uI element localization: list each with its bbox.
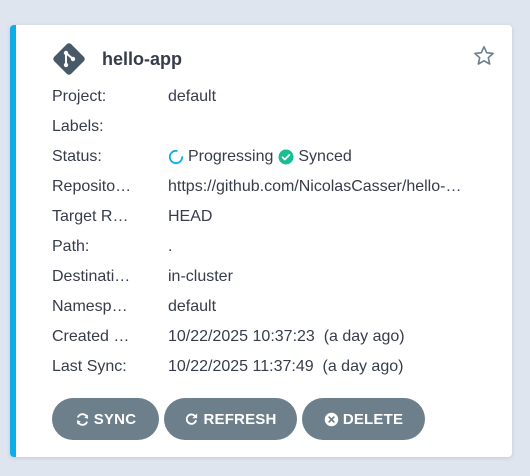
field-value[interactable]: https://github.com/NicolasCasser/hello-… <box>168 178 492 196</box>
field-value: in-cluster <box>168 268 233 285</box>
field-label: Namesp… <box>52 298 128 315</box>
sync-status: Synced <box>298 148 352 165</box>
field-label: Project: <box>52 88 107 105</box>
favorite-star-icon[interactable] <box>472 44 496 68</box>
redo-icon <box>186 412 198 425</box>
check-circle-icon <box>278 149 294 165</box>
times-circle-icon <box>324 412 339 426</box>
field-label: Destinati… <box>52 268 131 285</box>
field-namespace: Namesp… default <box>52 292 492 322</box>
refresh-button-label: REFRESH <box>203 410 277 428</box>
card-header: hello-app <box>52 42 182 76</box>
field-label: Last Sync: <box>52 358 127 375</box>
field-value: HEAD <box>168 208 213 225</box>
health-status: Progressing <box>188 148 274 165</box>
field-value: default <box>168 298 217 315</box>
field-path: Path: . <box>52 232 492 262</box>
field-destination: Destinati… in-cluster <box>52 262 492 292</box>
progressing-circle-icon <box>168 149 184 165</box>
field-value: 10/22/2025 11:37:49 (a day ago) <box>168 358 404 375</box>
field-label: Target R… <box>52 208 129 225</box>
git-diamond-icon <box>53 43 85 75</box>
application-card[interactable]: hello-app Project: default Labels: Statu… <box>10 25 512 457</box>
field-repository: Reposito… https://github.com/NicolasCass… <box>52 172 492 202</box>
field-label: Labels: <box>52 118 104 135</box>
field-value: . <box>168 238 173 255</box>
field-target-revision: Target R… HEAD <box>52 202 492 232</box>
sync-button[interactable]: SYNC <box>52 398 159 440</box>
refresh-button[interactable]: REFRESH <box>164 398 297 440</box>
field-labels: Labels: <box>52 112 492 142</box>
field-label: Status: <box>52 148 102 165</box>
sync-button-label: SYNC <box>93 410 137 428</box>
field-last-sync: Last Sync: 10/22/2025 11:37:49 (a day ag… <box>52 352 492 382</box>
field-value: 10/22/2025 10:37:23 (a day ago) <box>168 328 405 345</box>
field-created-at: Created … 10/22/2025 10:37:23 (a day ago… <box>52 322 492 352</box>
field-label: Path: <box>52 238 90 255</box>
field-label: Created … <box>52 328 130 345</box>
delete-button[interactable]: DELETE <box>302 398 425 440</box>
sync-icon <box>76 412 88 426</box>
action-buttons: SYNC REFRESH DELETE <box>52 398 430 440</box>
app-name[interactable]: hello-app <box>102 49 182 70</box>
field-status: Status: Progressing Synced <box>52 142 492 172</box>
field-label: Reposito… <box>52 178 132 195</box>
field-project: Project: default <box>52 82 492 112</box>
delete-button-label: DELETE <box>342 410 404 428</box>
status-value: Progressing Synced <box>168 148 492 166</box>
field-value: default <box>168 88 217 105</box>
app-details: Project: default Labels: Status: Progres… <box>52 82 492 382</box>
